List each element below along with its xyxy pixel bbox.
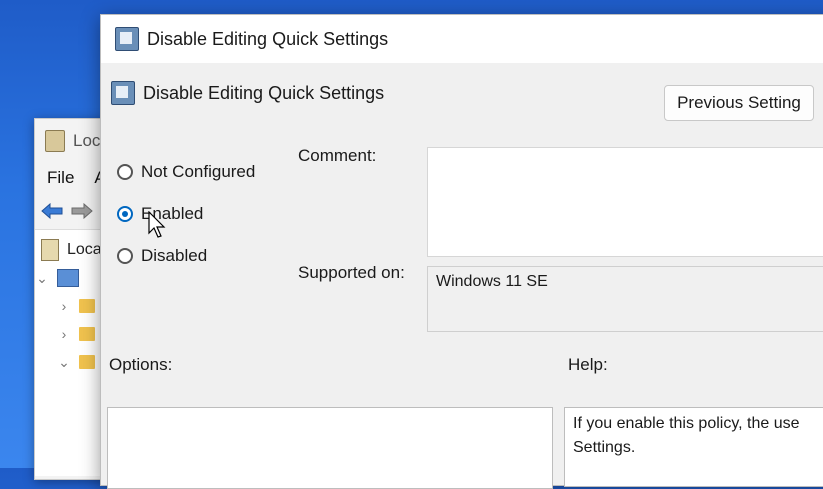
options-panel[interactable] <box>107 407 553 489</box>
radio-button[interactable] <box>117 248 133 264</box>
dialog-window-title: Disable Editing Quick Settings <box>147 28 389 49</box>
policy-header: Disable Editing Quick Settings <box>111 81 384 105</box>
dialog-titlebar[interactable]: Disable Editing Quick Settings <box>101 15 823 63</box>
group-policy-editor-icon <box>45 130 65 152</box>
help-label: Help: <box>568 355 608 374</box>
policy-setting-icon <box>111 81 135 105</box>
folder-icon <box>79 327 95 341</box>
radio-enabled[interactable]: Enabled <box>117 193 255 235</box>
comment-textarea[interactable] <box>427 147 823 257</box>
back-arrow-icon[interactable] <box>41 203 63 219</box>
radio-button-selected[interactable] <box>117 206 133 222</box>
help-text-line: If you enable this policy, the use <box>573 415 800 432</box>
radio-label: Disabled <box>141 246 208 265</box>
folder-icon <box>79 355 95 369</box>
radio-button[interactable] <box>117 164 133 180</box>
tree-root-label: Loca <box>67 241 102 258</box>
chevron-right-icon[interactable]: › <box>57 326 71 342</box>
policy-title: Disable Editing Quick Settings <box>143 82 385 103</box>
options-label: Options: <box>109 355 173 374</box>
policy-setting-icon <box>115 27 139 51</box>
chevron-down-icon[interactable]: ⌄ <box>35 270 49 287</box>
chevron-down-icon[interactable]: ⌄ <box>57 354 71 371</box>
previous-setting-button[interactable]: Previous Setting <box>664 85 814 121</box>
mouse-cursor-icon <box>148 211 166 238</box>
computer-icon <box>57 269 79 287</box>
menu-file[interactable]: File <box>47 168 74 188</box>
folder-icon <box>79 299 95 313</box>
policy-dialog: Disable Editing Quick Settings Disable E… <box>100 14 823 489</box>
policy-document-icon <box>41 239 59 261</box>
radio-not-configured[interactable]: Not Configured <box>117 151 255 193</box>
comment-label: Comment: <box>298 146 377 165</box>
supported-on-label: Supported on: <box>298 263 405 282</box>
help-text-line: Settings. <box>573 439 636 456</box>
help-panel[interactable]: If you enable this policy, the use Setti… <box>564 407 823 487</box>
supported-on-field[interactable]: Windows 11 SE <box>427 266 823 332</box>
chevron-right-icon[interactable]: › <box>57 298 71 314</box>
forward-arrow-icon[interactable] <box>71 203 93 219</box>
radio-label: Not Configured <box>141 162 256 181</box>
state-radio-group: Not Configured Enabled Disabled <box>117 151 255 277</box>
radio-disabled[interactable]: Disabled <box>117 235 255 277</box>
